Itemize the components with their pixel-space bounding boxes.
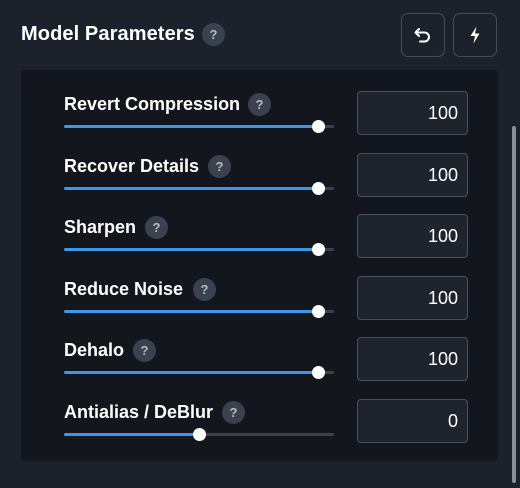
slider-fill (64, 310, 318, 313)
auto-button[interactable] (453, 13, 497, 57)
parameter-value-input[interactable] (357, 214, 468, 258)
parameter-help-icon[interactable]: ? (133, 339, 156, 362)
slider-fill (64, 371, 318, 374)
parameter-slider[interactable] (64, 243, 334, 256)
parameter-label: Sharpen (64, 217, 137, 237)
reset-button[interactable] (401, 13, 445, 57)
parameter-row: Dehalo ? (21, 337, 498, 402)
lightning-icon (470, 26, 480, 44)
slider-thumb[interactable] (193, 428, 206, 441)
parameter-row: Revert Compression ? (21, 91, 498, 156)
parameter-label: Antialias / DeBlur (64, 402, 214, 422)
undo-icon (414, 28, 430, 43)
parameter-help-icon[interactable]: ? (193, 278, 216, 301)
slider-thumb[interactable] (311, 120, 325, 133)
parameter-value-input[interactable] (357, 276, 468, 320)
parameter-slider[interactable] (64, 366, 334, 379)
parameter-label: Reduce Noise (64, 279, 184, 299)
slider-fill (64, 433, 199, 436)
parameter-help-icon[interactable]: ? (145, 216, 168, 239)
parameters-panel: Revert Compression ? Recover Details ? S… (21, 70, 498, 461)
parameter-row: Recover Details ? (21, 153, 498, 218)
parameter-row: Sharpen ? (21, 214, 498, 279)
slider-thumb[interactable] (311, 366, 325, 379)
panel-scrollbar[interactable] (512, 126, 516, 483)
slider-fill (64, 187, 318, 190)
slider-fill (64, 248, 318, 251)
parameter-row: Reduce Noise ? (21, 276, 498, 341)
parameter-label: Recover Details (64, 156, 200, 176)
slider-fill (64, 125, 318, 128)
panel-header: Model Parameters ? (0, 0, 520, 70)
parameter-label: Revert Compression (64, 94, 241, 114)
parameter-row: Antialias / DeBlur ? (21, 399, 498, 464)
parameter-slider[interactable] (64, 120, 334, 133)
parameter-label: Dehalo (64, 340, 125, 360)
parameter-value-input[interactable] (357, 91, 468, 135)
parameter-slider[interactable] (64, 182, 334, 195)
slider-thumb[interactable] (311, 305, 325, 318)
parameter-value-input[interactable] (357, 153, 468, 197)
parameter-help-icon[interactable]: ? (222, 401, 245, 424)
parameter-help-icon[interactable]: ? (248, 93, 271, 116)
parameter-slider[interactable] (64, 428, 334, 441)
parameter-value-input[interactable] (357, 337, 468, 381)
title-help-icon[interactable]: ? (202, 23, 225, 46)
parameter-value-input[interactable] (357, 399, 468, 443)
parameter-help-icon[interactable]: ? (208, 155, 231, 178)
panel-title: Model Parameters (21, 23, 195, 45)
slider-thumb[interactable] (311, 182, 325, 195)
slider-thumb[interactable] (311, 243, 325, 256)
parameter-slider[interactable] (64, 305, 334, 318)
